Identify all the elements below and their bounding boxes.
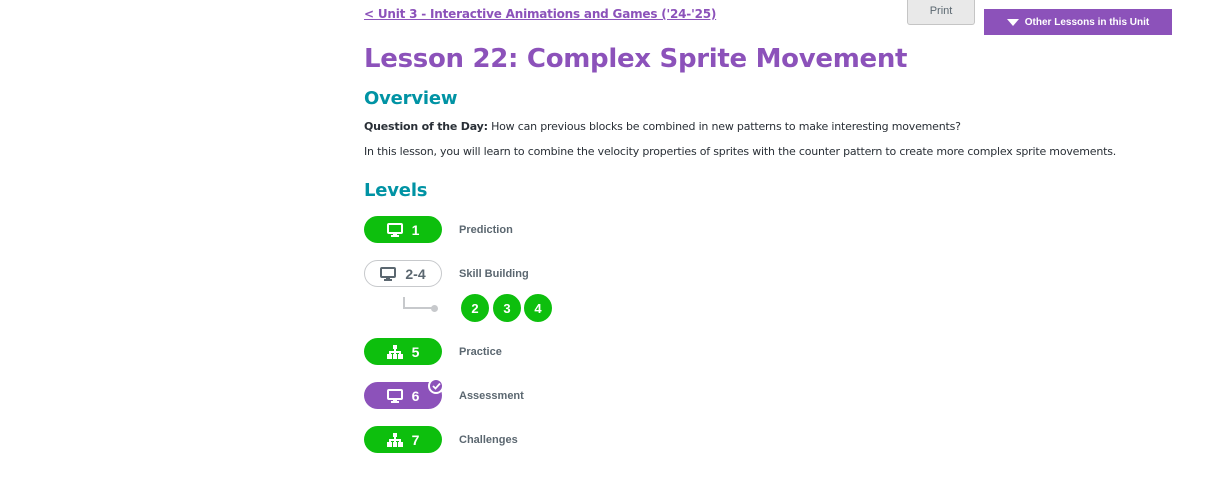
qotd-text: How can previous blocks be combined in n… — [487, 120, 961, 133]
sitemap-icon — [386, 344, 403, 359]
level-label-assessment[interactable]: Assessment — [459, 390, 524, 402]
desktop-icon — [386, 222, 403, 237]
level-bubble-1[interactable]: 1 — [364, 216, 442, 243]
overview-heading: Overview — [364, 88, 458, 109]
print-button[interactable]: Print — [907, 0, 975, 25]
level-label-skill-building[interactable]: Skill Building — [459, 268, 529, 280]
sublevel-connector — [403, 307, 434, 309]
level-bubble-7[interactable]: 7 — [364, 426, 442, 453]
caret-down-icon — [1006, 18, 1019, 26]
other-lessons-label: Other Lessons in this Unit — [1024, 16, 1150, 28]
unit-back-link[interactable]: < Unit 3 - Interactive Animations and Ga… — [364, 7, 716, 21]
other-lessons-button[interactable]: Other Lessons in this Unit — [984, 9, 1172, 35]
question-of-the-day: Question of the Day: How can previous bl… — [364, 120, 961, 133]
sublevel-bubble-2[interactable]: 2 — [460, 293, 490, 323]
level-label-practice[interactable]: Practice — [459, 346, 502, 358]
checkmark-icon — [428, 378, 444, 394]
level-label-prediction[interactable]: Prediction — [459, 224, 513, 236]
lesson-title: Lesson 22: Complex Sprite Movement — [364, 44, 908, 74]
level-number: 6 — [411, 387, 420, 404]
level-label-challenges[interactable]: Challenges — [459, 434, 518, 446]
level-bubble-2-4[interactable]: 2-4 — [364, 260, 442, 287]
sublevel-bubble-4[interactable]: 4 — [523, 293, 553, 323]
sublevel-bubble-3[interactable]: 3 — [492, 293, 522, 323]
desktop-icon — [380, 266, 397, 281]
desktop-icon — [386, 388, 403, 403]
levels-heading: Levels — [364, 180, 428, 201]
level-number: 2-4 — [405, 265, 426, 282]
level-number: 5 — [411, 343, 420, 360]
lesson-page: < Unit 3 - Interactive Animations and Ga… — [0, 0, 1229, 503]
level-number: 1 — [411, 221, 420, 238]
sublevel-connector-dot — [431, 305, 438, 312]
lesson-intro: In this lesson, you will learn to combin… — [364, 145, 1117, 158]
sitemap-icon — [386, 432, 403, 447]
level-bubble-5[interactable]: 5 — [364, 338, 442, 365]
qotd-label: Question of the Day: — [364, 120, 488, 133]
level-number: 7 — [411, 431, 420, 448]
